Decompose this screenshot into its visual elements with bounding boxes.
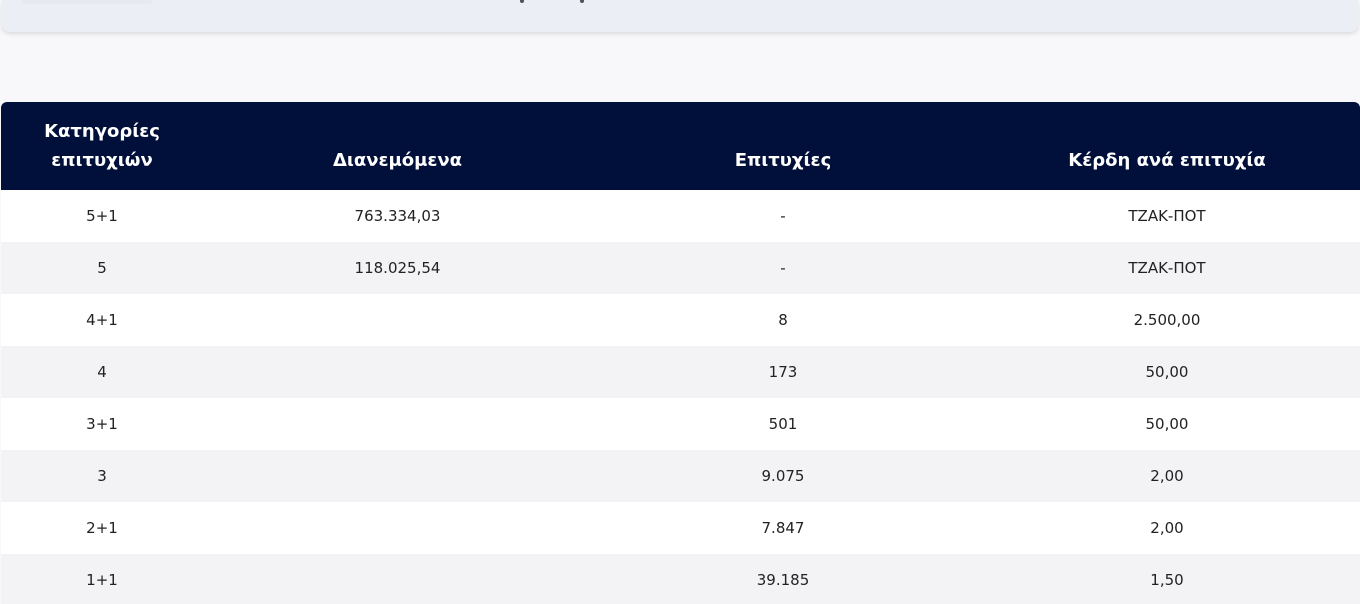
table-row: 5 118.025,54 - ΤΖΑΚ-ΠΟΤ <box>1 242 1360 294</box>
prize-results-table: Κατηγορίες επιτυχιών Διανεμόμενα Επιτυχί… <box>1 102 1360 604</box>
table-header-row: Κατηγορίες επιτυχιών Διανεμόμενα Επιτυχί… <box>1 102 1360 190</box>
header-category-line1: Κατηγορίες <box>44 121 160 142</box>
cell-prize: ΤΖΑΚ-ΠΟΤ <box>1128 259 1206 277</box>
cell-winners: - <box>780 207 786 225</box>
header-winners: Επιτυχίες <box>734 150 832 171</box>
top-card-cut-content <box>22 0 152 4</box>
cell-distributed <box>203 554 592 604</box>
cell-distributed: 763.334,03 <box>354 207 441 225</box>
table-body: 5+1 763.334,03 - ΤΖΑΚ-ΠΟΤ 5 118.025,54 -… <box>1 190 1360 604</box>
cell-category: 3 <box>97 467 107 485</box>
cell-category: 4 <box>97 363 107 381</box>
top-card-cut-text <box>520 0 720 3</box>
header-category-line2: επιτυχιών <box>51 150 153 171</box>
table-row: 4 173 50,00 <box>1 346 1360 398</box>
table-row: 3 9.075 2,00 <box>1 450 1360 502</box>
cell-category: 1+1 <box>86 571 118 589</box>
cell-winners: 173 <box>768 363 798 381</box>
table-row: 2+1 7.847 2,00 <box>1 502 1360 554</box>
page: Κατηγορίες επιτυχιών Διανεμόμενα Επιτυχί… <box>0 0 1360 604</box>
table-row: 4+1 8 2.500,00 <box>1 294 1360 346</box>
table-row: 5+1 763.334,03 - ΤΖΑΚ-ΠΟΤ <box>1 190 1360 242</box>
cell-distributed <box>203 502 592 554</box>
cell-winners: 7.847 <box>761 519 805 537</box>
cell-winners: 39.185 <box>756 571 810 589</box>
table-row: 1+1 39.185 1,50 <box>1 554 1360 604</box>
cell-distributed <box>203 346 592 398</box>
cell-distributed <box>203 398 592 450</box>
cell-prize: 2,00 <box>1150 467 1184 485</box>
cell-category: 2+1 <box>86 519 118 537</box>
cell-distributed <box>203 294 592 346</box>
cell-category: 5 <box>97 259 107 277</box>
cell-distributed: 118.025,54 <box>354 259 441 277</box>
top-info-card <box>2 0 1358 32</box>
cell-prize: 2.500,00 <box>1133 311 1201 329</box>
cell-winners: 501 <box>768 415 798 433</box>
cell-prize: ΤΖΑΚ-ΠΟΤ <box>1128 207 1206 225</box>
cell-winners: 8 <box>778 311 788 329</box>
cell-prize: 1,50 <box>1150 571 1184 589</box>
table-row: 3+1 501 50,00 <box>1 398 1360 450</box>
cell-winners: - <box>780 259 786 277</box>
cell-category: 4+1 <box>86 311 118 329</box>
cell-category: 3+1 <box>86 415 118 433</box>
cell-prize: 50,00 <box>1145 363 1189 381</box>
cell-category: 5+1 <box>86 207 118 225</box>
cell-distributed <box>203 450 592 502</box>
cell-prize: 50,00 <box>1145 415 1189 433</box>
cell-prize: 2,00 <box>1150 519 1184 537</box>
cell-winners: 9.075 <box>761 467 805 485</box>
header-distributed: Διανεμόμενα <box>332 150 463 171</box>
header-category: Κατηγορίες επιτυχιών <box>1 102 203 190</box>
header-prize-per-winner: Κέρδη ανά επιτυχία <box>1068 150 1266 171</box>
table-header: Κατηγορίες επιτυχιών Διανεμόμενα Επιτυχί… <box>1 102 1360 190</box>
